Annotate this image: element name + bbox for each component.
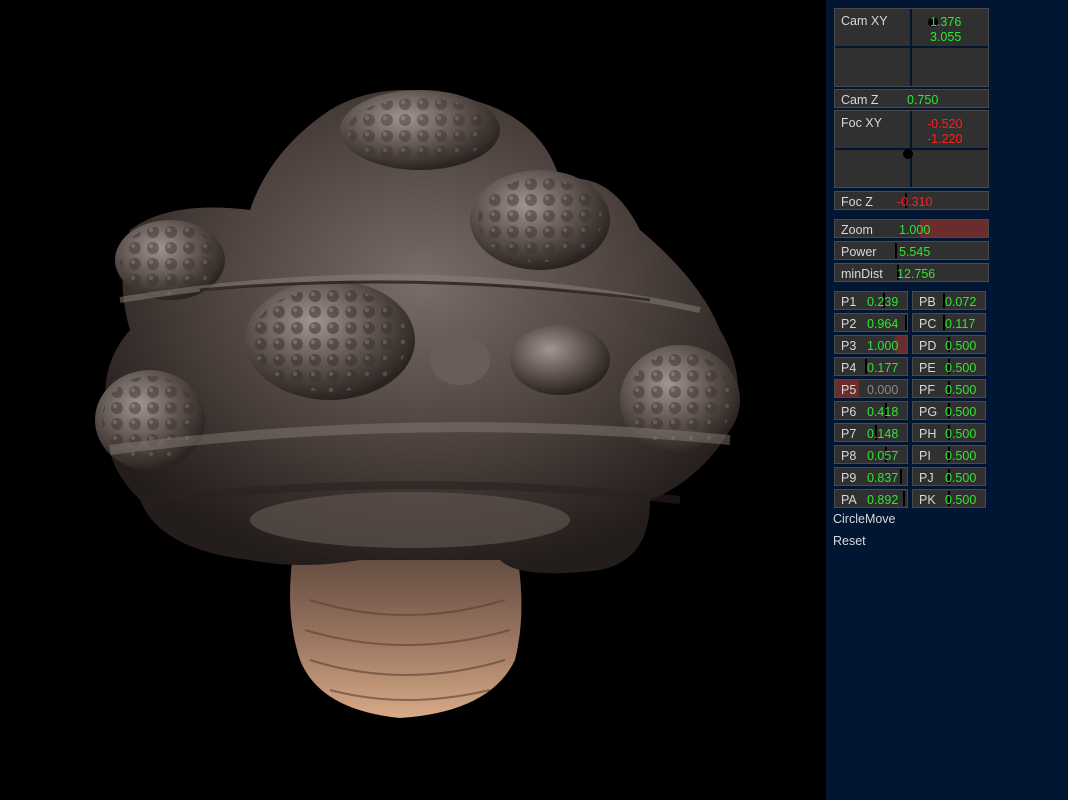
param-pf-slider[interactable]: PF 0.500: [912, 379, 986, 398]
param-value: 0.837: [867, 471, 899, 485]
param-label: PK: [919, 493, 936, 507]
param-label: PG: [919, 405, 938, 419]
param-value: 1.000: [867, 339, 899, 353]
foc-xy-label: Foc XY: [841, 116, 882, 130]
mindist-label: minDist: [841, 267, 883, 281]
cam-z-slider[interactable]: Cam Z 0.750: [834, 89, 989, 108]
param-pc-slider[interactable]: PC 0.117: [912, 313, 986, 332]
param-label: PA: [841, 493, 857, 507]
param-pk-slider[interactable]: PK 0.500: [912, 489, 986, 508]
power-slider[interactable]: Power 5.545: [834, 241, 989, 260]
param-value: 0.500: [945, 339, 977, 353]
foc-xy-y-value: -1.220: [927, 132, 963, 146]
foc-xy-x-value: -0.520: [927, 117, 963, 131]
param-label: P6: [841, 405, 857, 419]
circle-move-button[interactable]: CircleMove: [833, 512, 896, 526]
param-value: 0.148: [867, 427, 899, 441]
param-pe-slider[interactable]: PE 0.500: [912, 357, 986, 376]
param-p3-slider[interactable]: P3 1.000: [834, 335, 908, 354]
param-pb-slider[interactable]: PB 0.072: [912, 291, 986, 310]
fractal-render-viewport[interactable]: [0, 0, 826, 800]
param-pg-slider[interactable]: PG 0.500: [912, 401, 986, 420]
power-label: Power: [841, 245, 877, 259]
fractal-render-image: [95, 90, 740, 718]
zoom-label: Zoom: [841, 223, 873, 237]
param-p4-slider[interactable]: P4 0.177: [834, 357, 908, 376]
param-value: 0.239: [867, 295, 899, 309]
cam-xy-pad[interactable]: Cam XY 1.376 3.055: [834, 8, 989, 87]
cam-z-value: 0.750: [907, 93, 939, 107]
param-ph-slider[interactable]: PH 0.500: [912, 423, 986, 442]
param-label: PI: [919, 449, 931, 463]
param-label: PH: [919, 427, 937, 441]
zoom-value: 1.000: [899, 223, 931, 237]
param-value: 0.892: [867, 493, 899, 507]
zoom-slider[interactable]: Zoom 1.000: [834, 219, 989, 238]
param-label: PD: [919, 339, 937, 353]
foc-xy-pad[interactable]: Foc XY -0.520 -1.220: [834, 110, 989, 188]
cam-z-label: Cam Z: [841, 93, 879, 107]
param-p9-slider[interactable]: P9 0.837: [834, 467, 908, 486]
param-label: P5: [841, 383, 857, 397]
param-pd-slider[interactable]: PD 0.500: [912, 335, 986, 354]
foc-z-label: Foc Z: [841, 195, 873, 209]
foc-z-slider[interactable]: Foc Z -0.310: [834, 191, 989, 210]
param-pj-slider[interactable]: PJ 0.500: [912, 467, 986, 486]
param-label: P4: [841, 361, 857, 375]
param-pa-slider[interactable]: PA 0.892: [834, 489, 908, 508]
cam-xy-label: Cam XY: [841, 14, 888, 28]
param-label: PB: [919, 295, 936, 309]
foc-xy-handle[interactable]: [903, 149, 913, 159]
param-p5-slider[interactable]: P5 0.000: [834, 379, 908, 398]
mindist-value: 12.756: [897, 267, 936, 281]
param-pi-slider[interactable]: PI 0.500: [912, 445, 986, 464]
param-value: 0.418: [867, 405, 899, 419]
param-value: 0.500: [945, 493, 977, 507]
mindist-slider[interactable]: minDist 12.756: [834, 263, 989, 282]
param-label: P1: [841, 295, 857, 309]
reset-button[interactable]: Reset: [833, 534, 866, 548]
param-p6-slider[interactable]: P6 0.418: [834, 401, 908, 420]
param-value: 0.000: [867, 383, 899, 397]
cam-xy-x-value: 1.376: [930, 15, 962, 29]
param-value: 0.057: [867, 449, 899, 463]
param-p2-slider[interactable]: P2 0.964: [834, 313, 908, 332]
param-value: 0.500: [945, 449, 977, 463]
param-label: PJ: [919, 471, 934, 485]
param-p8-slider[interactable]: P8 0.057: [834, 445, 908, 464]
power-value: 5.545: [899, 245, 931, 259]
foc-z-value: -0.310: [897, 195, 933, 209]
param-value: 0.177: [867, 361, 899, 375]
param-label: P8: [841, 449, 857, 463]
param-p1-slider[interactable]: P1 0.239: [834, 291, 908, 310]
param-value: 0.964: [867, 317, 899, 331]
param-value: 0.500: [945, 471, 977, 485]
param-value: 0.072: [945, 295, 977, 309]
param-label: P7: [841, 427, 857, 441]
param-label: PC: [919, 317, 937, 331]
param-value: 0.500: [945, 383, 977, 397]
param-label: P2: [841, 317, 857, 331]
cam-xy-y-value: 3.055: [930, 30, 962, 44]
param-label: P3: [841, 339, 857, 353]
param-value: 0.500: [945, 405, 977, 419]
param-value: 0.500: [945, 361, 977, 375]
param-value: 0.500: [945, 427, 977, 441]
param-value: 0.117: [945, 317, 976, 331]
param-p7-slider[interactable]: P7 0.148: [834, 423, 908, 442]
control-panel: Cam XY 1.376 3.055 Cam Z 0.750 Foc XY -0…: [826, 0, 1068, 800]
param-label: P9: [841, 471, 857, 485]
param-label: PF: [919, 383, 935, 397]
param-label: PE: [919, 361, 936, 375]
